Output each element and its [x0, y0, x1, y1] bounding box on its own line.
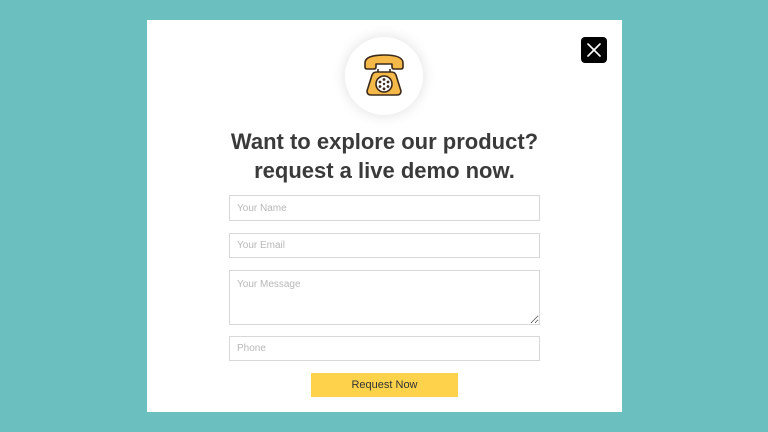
message-textarea[interactable] [229, 270, 540, 325]
headline-line-2: request a live demo now. [254, 158, 515, 183]
headline: Want to explore our product? request a l… [147, 127, 622, 185]
close-button[interactable] [581, 37, 607, 63]
close-icon [587, 43, 601, 57]
phone-input[interactable] [229, 336, 540, 361]
name-input[interactable] [229, 195, 540, 221]
phone-icon-badge [345, 37, 423, 115]
telephone-icon [364, 54, 404, 96]
request-now-button[interactable]: Request Now [311, 373, 458, 397]
email-input[interactable] [229, 233, 540, 258]
demo-request-modal: Want to explore our product? request a l… [147, 20, 622, 412]
headline-line-1: Want to explore our product? [230, 129, 539, 154]
